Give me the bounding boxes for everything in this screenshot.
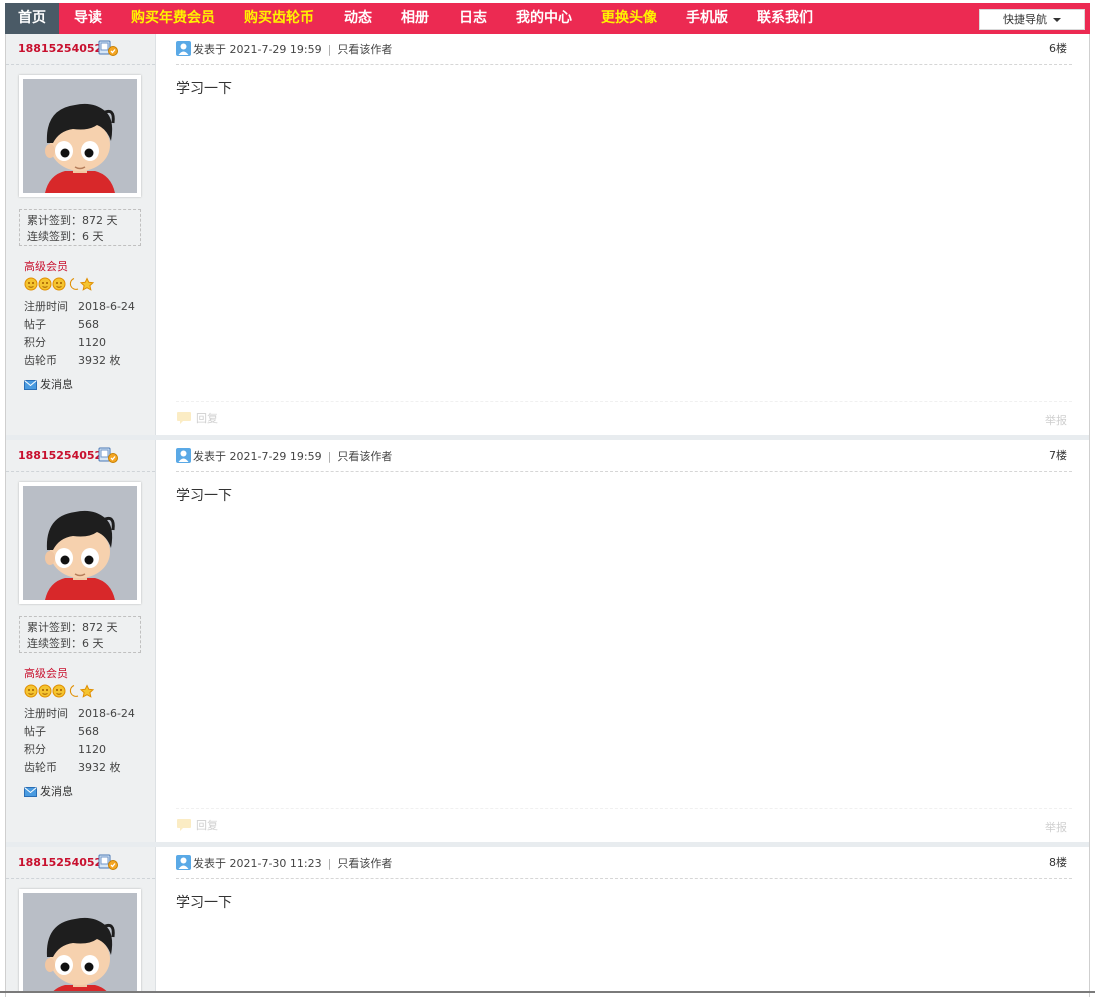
divider [176,471,1072,472]
only-author-link[interactable]: 只看该作者 [337,450,392,463]
envelope-icon [24,380,37,390]
post-content: 学习一下 [176,81,232,97]
member-level: 高级会员 [24,667,68,680]
avatar-image [23,486,137,600]
avatar[interactable] [19,75,141,197]
nav-album[interactable]: 相册 [401,3,429,34]
divider [176,64,1072,65]
speech-bubble-icon [177,819,191,831]
post-time: 发表于 2021-7-30 11:23 [193,857,322,870]
member-level: 高级会员 [24,260,68,273]
sign-streak: 连续签到：6 天 [27,230,104,243]
info-row-gear-coins: 齿轮币 3932 枚 [24,354,121,367]
nav-blog[interactable]: 日志 [459,3,487,34]
sign-in-stats: 累计签到：872 天 连续签到：6 天 [19,616,141,653]
author-sidebar: 18815254052 [6,848,156,991]
quick-nav-dropdown[interactable]: 快捷导航 [979,9,1085,30]
post-floor-7: 18815254052 累计签到：872 天 连续签到：6 天 高级会员 注册时… [6,441,1089,848]
nav-buy-annual-vip[interactable]: 购买年费会员 [131,3,215,34]
info-row-gear-coins: 齿轮币 3932 枚 [24,761,121,774]
report-link[interactable]: 举报 [1045,412,1067,428]
send-message-link[interactable]: 发消息 [24,376,73,392]
floor-number[interactable]: 6楼 [1049,40,1067,56]
nav-mobile[interactable]: 手机版 [686,3,728,34]
author-name-link[interactable]: 18815254052 [18,856,102,869]
divider [176,878,1072,879]
avatar-image [23,79,137,193]
info-row-reg-date: 注册时间 2018-6-24 [24,707,135,720]
chevron-down-icon [1053,18,1061,22]
mobile-verified-icon [98,40,118,56]
level-badge-icons [24,277,95,291]
info-row-posts: 帖子 568 [24,725,99,738]
post-time: 发表于 2021-7-29 19:59 [193,43,322,56]
separator: | [327,43,332,56]
info-row-posts: 帖子 568 [24,318,99,331]
user-icon [176,448,191,463]
post-floor-6: 18815254052 累计签到：872 天 连续签到：6 天 高级会员 注册时… [6,34,1089,441]
sign-total: 累计签到：872 天 [27,214,118,227]
nav-home[interactable]: 首页 [5,3,59,34]
post-content: 学习一下 [176,895,232,911]
envelope-icon [24,787,37,797]
mobile-verified-icon [98,447,118,463]
post-separator [6,435,1089,440]
author-name-link[interactable]: 18815254052 [18,42,102,55]
info-row-points: 积分 1120 [24,743,106,756]
send-message-link[interactable]: 发消息 [24,783,73,799]
avatar[interactable] [19,482,141,604]
window-bottom-edge [0,991,1095,993]
reply-button[interactable]: 回复 [176,817,218,833]
quick-nav-label: 快捷导航 [1003,13,1047,26]
info-row-reg-date: 注册时间 2018-6-24 [24,300,135,313]
nav-buy-gear-coins[interactable]: 购买齿轮币 [244,3,314,34]
author-info: 注册时间 2018-6-24 帖子 568 积分 1120 齿轮币 3932 枚 [24,705,135,777]
divider [176,401,1072,402]
divider [6,471,155,472]
floor-number[interactable]: 8楼 [1049,854,1067,870]
sign-total: 累计签到：872 天 [27,621,118,634]
top-navbar: 首页 导读 购买年费会员 购买齿轮币 动态 相册 日志 我的中心 更换头像 手机… [5,3,1090,34]
nav-activity[interactable]: 动态 [344,3,372,34]
mobile-verified-icon [98,854,118,870]
separator: | [327,857,332,870]
sign-streak: 连续签到：6 天 [27,637,104,650]
speech-bubble-icon [177,412,191,424]
author-sidebar: 18815254052 累计签到：872 天 连续签到：6 天 高级会员 注册时… [6,34,156,441]
avatar-image [23,893,137,991]
info-row-points: 积分 1120 [24,336,106,349]
nav-contact-us[interactable]: 联系我们 [757,3,813,34]
author-info: 注册时间 2018-6-24 帖子 568 积分 1120 齿轮币 3932 枚 [24,298,135,370]
floor-number[interactable]: 7楼 [1049,447,1067,463]
post-separator [6,842,1089,847]
separator: | [327,450,332,463]
reply-button[interactable]: 回复 [176,410,218,426]
divider [6,64,155,65]
nav-guide[interactable]: 导读 [74,3,102,34]
nav-my-center[interactable]: 我的中心 [516,3,572,34]
only-author-link[interactable]: 只看该作者 [337,43,392,56]
post-meta: 发表于 2021-7-30 11:23 | 只看该作者 [176,855,392,871]
divider [176,808,1072,809]
level-badges [24,277,102,294]
report-link[interactable]: 举报 [1045,819,1067,835]
post-time: 发表于 2021-7-29 19:59 [193,450,322,463]
user-icon [176,41,191,56]
post-content: 学习一下 [176,488,232,504]
user-icon [176,855,191,870]
sign-in-stats: 累计签到：872 天 连续签到：6 天 [19,209,141,246]
post-meta: 发表于 2021-7-29 19:59 | 只看该作者 [176,41,392,57]
only-author-link[interactable]: 只看该作者 [337,857,392,870]
level-badges [24,684,102,701]
author-sidebar: 18815254052 累计签到：872 天 连续签到：6 天 高级会员 注册时… [6,441,156,848]
level-badge-icons [24,684,95,698]
post-floor-8: 18815254052 发表于 2021-7-30 11:23 | 只看该作者 8楼… [6,848,1089,991]
divider [6,878,155,879]
nav-change-avatar[interactable]: 更换头像 [601,3,657,34]
post-meta: 发表于 2021-7-29 19:59 | 只看该作者 [176,448,392,464]
avatar[interactable] [19,889,141,991]
author-name-link[interactable]: 18815254052 [18,449,102,462]
